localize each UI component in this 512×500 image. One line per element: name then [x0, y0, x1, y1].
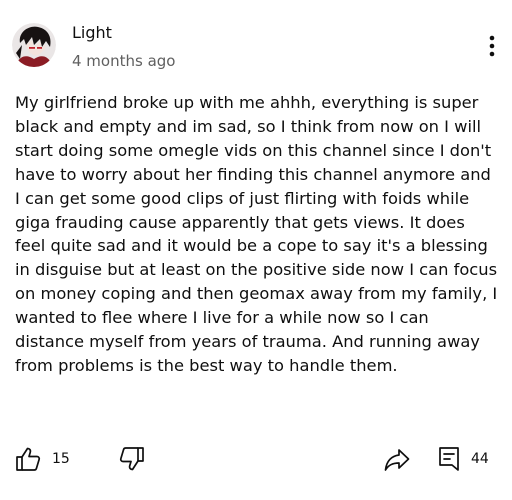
more-options-button[interactable] [480, 32, 504, 60]
reply-count: 44 [471, 451, 489, 467]
comment-author[interactable]: Light [72, 22, 112, 44]
share-arrow-icon [384, 449, 410, 471]
thumbs-up-icon [16, 447, 41, 471]
reply-comment-icon [439, 447, 459, 471]
avatar[interactable] [12, 23, 56, 67]
like-count: 15 [52, 451, 70, 467]
comment-timestamp[interactable]: 4 months ago [72, 50, 175, 72]
comment-text: My girlfriend broke up with me ahhh, eve… [15, 93, 498, 375]
thumbs-down-icon [119, 447, 144, 471]
like-button[interactable]: 15 [14, 443, 70, 475]
dislike-button[interactable] [118, 443, 146, 475]
more-vertical-icon [489, 35, 495, 57]
share-button[interactable] [383, 443, 411, 475]
replies-button[interactable]: 44 [437, 443, 489, 475]
